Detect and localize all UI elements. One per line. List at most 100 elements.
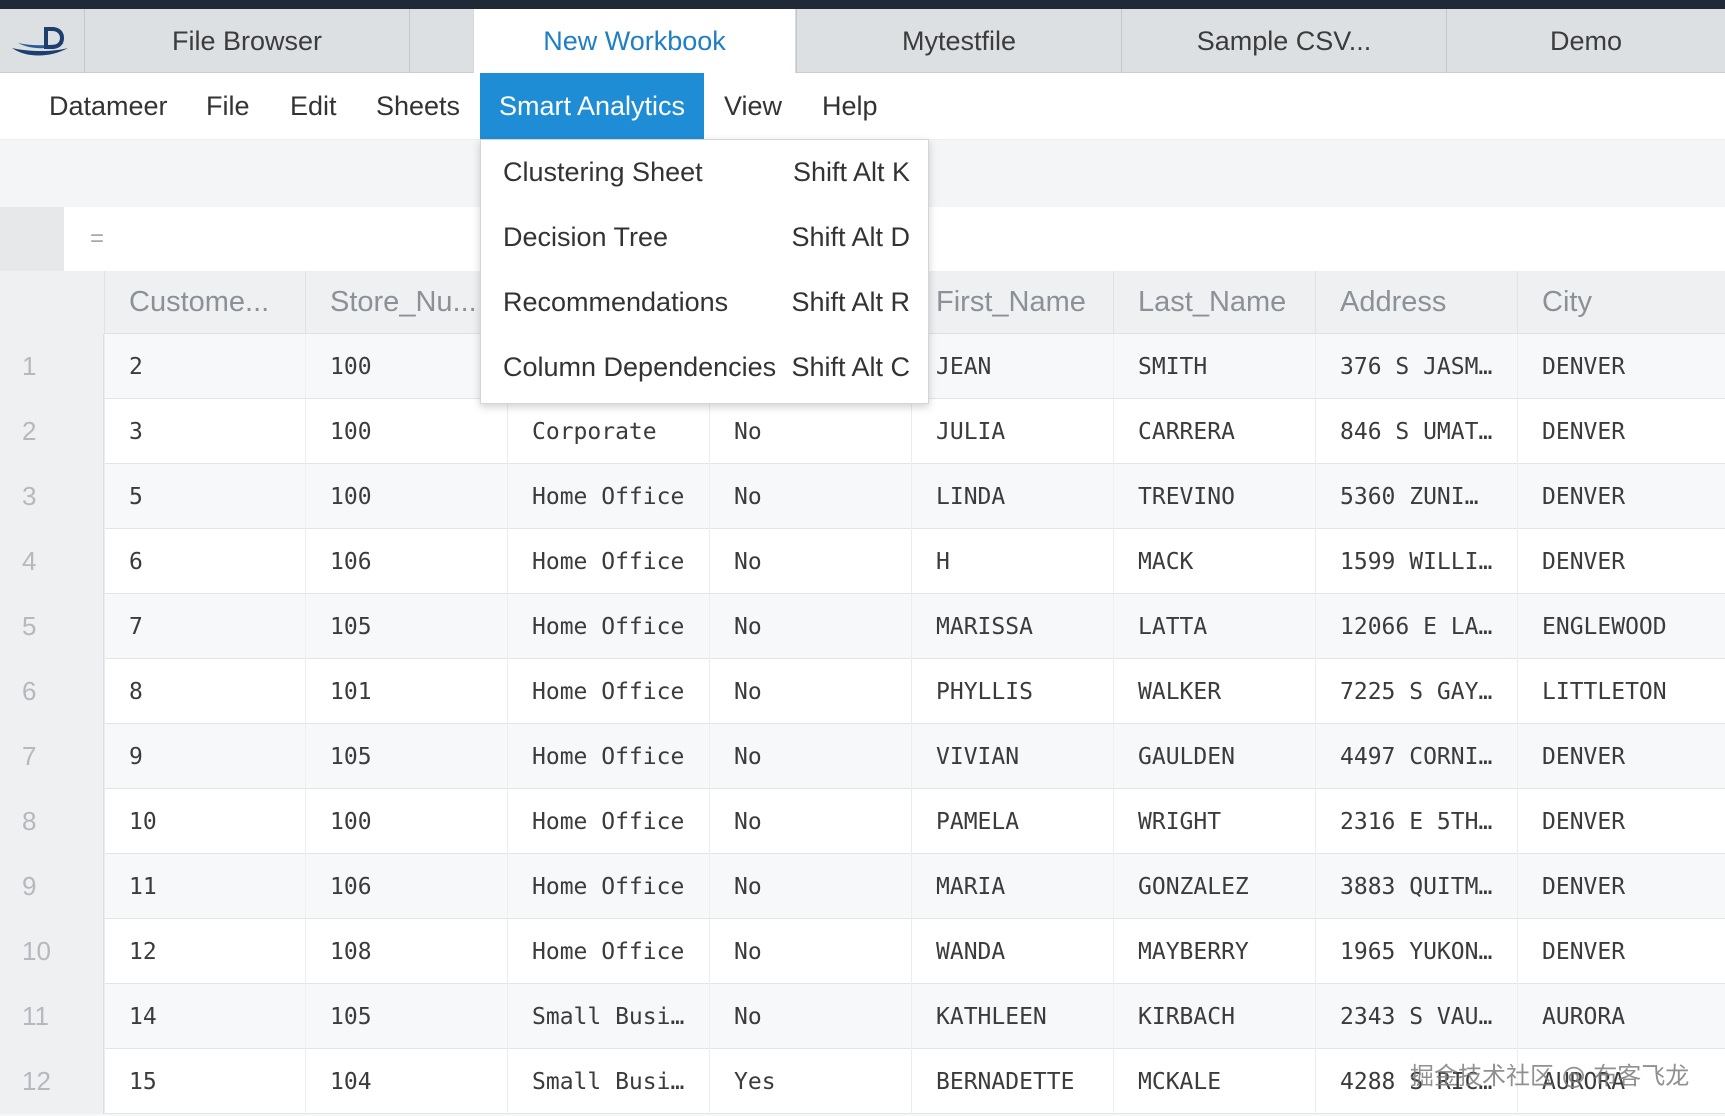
table-cell[interactable]: 1599 WILLI… (1315, 529, 1517, 594)
menu-view[interactable]: View (724, 73, 782, 139)
table-cell[interactable]: No (709, 919, 911, 984)
table-cell[interactable]: H (911, 529, 1113, 594)
table-cell[interactable]: DENVER (1517, 529, 1725, 594)
row-number[interactable]: 10 (0, 919, 104, 984)
column-header[interactable]: Address (1315, 271, 1517, 334)
table-cell[interactable]: WRIGHT (1113, 789, 1315, 854)
table-cell[interactable]: 2 (104, 334, 305, 399)
table-cell[interactable]: DENVER (1517, 399, 1725, 464)
menu-edit[interactable]: Edit (290, 73, 337, 139)
table-cell[interactable]: AURORA (1517, 984, 1725, 1049)
table-cell[interactable]: 105 (305, 594, 507, 659)
table-cell[interactable]: PAMELA (911, 789, 1113, 854)
column-header[interactable]: Custome... (104, 271, 305, 334)
table-cell[interactable]: TREVINO (1113, 464, 1315, 529)
table-cell[interactable]: KATHLEEN (911, 984, 1113, 1049)
table-row[interactable]: 10 12 108 Home Office No WANDA MAYBERRY 1965 YU… (0, 919, 1725, 984)
table-row[interactable]: 8 10 100 Home Office No PAMELA WRIGHT 2316 E 5T… (0, 789, 1725, 854)
table-cell[interactable]: 100 (305, 334, 507, 399)
table-cell[interactable]: ENGLEWOOD (1517, 594, 1725, 659)
table-cell[interactable]: LITTLETON (1517, 659, 1725, 724)
table-cell[interactable]: MAYBERRY (1113, 919, 1315, 984)
table-cell[interactable]: 846 S UMAT… (1315, 399, 1517, 464)
table-cell[interactable]: No (709, 464, 911, 529)
table-cell[interactable]: 105 (305, 724, 507, 789)
table-cell[interactable]: No (709, 399, 911, 464)
table-cell[interactable]: JULIA (911, 399, 1113, 464)
table-cell[interactable]: 100 (305, 464, 507, 529)
table-cell[interactable]: DENVER (1517, 789, 1725, 854)
table-cell[interactable]: DENVER (1517, 334, 1725, 399)
table-cell[interactable]: Home Office (507, 724, 709, 789)
row-number[interactable]: 8 (0, 789, 104, 854)
table-cell[interactable]: Small Busi… (507, 1049, 709, 1114)
table-cell[interactable]: 5360 ZUNI… (1315, 464, 1517, 529)
table-cell[interactable]: Home Office (507, 659, 709, 724)
table-cell[interactable]: Home Office (507, 529, 709, 594)
table-cell[interactable]: Yes (709, 1049, 911, 1114)
table-cell[interactable]: SMITH (1113, 334, 1315, 399)
table-cell[interactable]: 100 (305, 789, 507, 854)
row-number[interactable]: 7 (0, 724, 104, 789)
table-cell[interactable]: Corporate (507, 399, 709, 464)
row-number[interactable]: 5 (0, 594, 104, 659)
table-cell[interactable]: MCKALE (1113, 1049, 1315, 1114)
table-cell[interactable]: DENVER (1517, 854, 1725, 919)
table-row[interactable]: 7 9 105 Home Office No VIVIAN GAULDEN 4497 CORN… (0, 724, 1725, 789)
table-cell[interactable]: No (709, 789, 911, 854)
menu-item-recommendations[interactable]: Recommendations Shift Alt R (481, 270, 930, 335)
table-cell[interactable]: 12066 E LA… (1315, 594, 1517, 659)
table-cell[interactable]: 6 (104, 529, 305, 594)
table-cell[interactable]: DENVER (1517, 724, 1725, 789)
table-cell[interactable]: No (709, 594, 911, 659)
tab-mytestfile[interactable]: Mytestfile (796, 9, 1121, 73)
table-cell[interactable]: 3883 QUITM… (1315, 854, 1517, 919)
table-cell[interactable]: BERNADETTE (911, 1049, 1113, 1114)
table-cell[interactable]: WANDA (911, 919, 1113, 984)
table-cell[interactable]: MARISSA (911, 594, 1113, 659)
table-cell[interactable]: 10 (104, 789, 305, 854)
table-cell[interactable]: 376 S JASM… (1315, 334, 1517, 399)
table-row[interactable]: 4 6 106 Home Office No H MACK 1599 WILLI… DENVER (0, 529, 1725, 594)
table-cell[interactable]: 2343 S VAU… (1315, 984, 1517, 1049)
table-cell[interactable]: No (709, 984, 911, 1049)
tab-sample-csv[interactable]: Sample CSV... (1121, 9, 1446, 73)
menu-item-decision-tree[interactable]: Decision Tree Shift Alt D (481, 205, 930, 270)
table-row[interactable]: 2 3 100 Corporate No JULIA CARRERA 846 S UMAT… D… (0, 399, 1725, 464)
row-number[interactable]: 12 (0, 1049, 104, 1114)
table-row[interactable]: 3 5 100 Home Office No LINDA TREVINO 5360 ZUNI…… (0, 464, 1725, 529)
table-cell[interactable]: WALKER (1113, 659, 1315, 724)
column-header[interactable]: Store_Nu... (305, 271, 507, 334)
table-cell[interactable]: Home Office (507, 464, 709, 529)
row-number[interactable]: 4 (0, 529, 104, 594)
column-header[interactable]: Last_Name (1113, 271, 1315, 334)
table-cell[interactable]: MACK (1113, 529, 1315, 594)
menu-item-column-dependencies[interactable]: Column Dependencies Shift Alt C (481, 335, 930, 400)
table-cell[interactable]: Home Office (507, 854, 709, 919)
table-cell[interactable]: 1965 YUKON… (1315, 919, 1517, 984)
table-row[interactable]: 9 11 106 Home Office No MARIA GONZALEZ 3883 QUI… (0, 854, 1725, 919)
table-cell[interactable]: 100 (305, 399, 507, 464)
datameer-logo-icon[interactable] (0, 9, 84, 73)
menu-datameer[interactable]: Datameer (49, 73, 168, 139)
table-cell[interactable]: No (709, 724, 911, 789)
table-cell[interactable]: LATTA (1113, 594, 1315, 659)
row-number[interactable]: 9 (0, 854, 104, 919)
table-cell[interactable]: DENVER (1517, 919, 1725, 984)
table-row[interactable]: 11 14 105 Small Busi… No KATHLEEN KIRBACH 2343 … (0, 984, 1725, 1049)
menu-help[interactable]: Help (822, 73, 878, 139)
table-cell[interactable]: PHYLLIS (911, 659, 1113, 724)
table-cell[interactable]: No (709, 659, 911, 724)
table-cell[interactable]: 5 (104, 464, 305, 529)
table-cell[interactable]: 9 (104, 724, 305, 789)
tab-file-browser[interactable]: File Browser (84, 9, 409, 73)
row-number[interactable]: 3 (0, 464, 104, 529)
table-cell[interactable]: JEAN (911, 334, 1113, 399)
table-cell[interactable]: MARIA (911, 854, 1113, 919)
table-cell[interactable]: 2316 E 5TH… (1315, 789, 1517, 854)
table-cell[interactable]: 108 (305, 919, 507, 984)
table-cell[interactable]: 106 (305, 854, 507, 919)
menu-file[interactable]: File (206, 73, 250, 139)
row-number[interactable]: 6 (0, 659, 104, 724)
table-cell[interactable]: GAULDEN (1113, 724, 1315, 789)
